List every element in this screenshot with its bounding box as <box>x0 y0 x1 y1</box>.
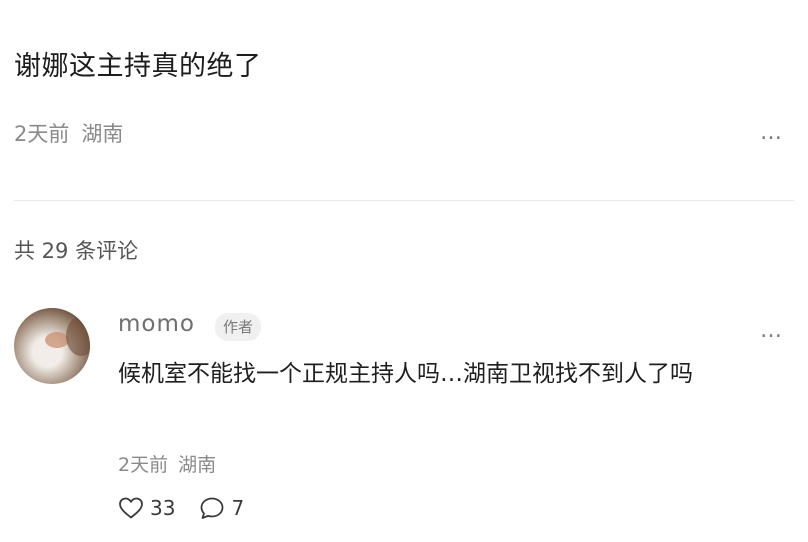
avatar-detail-ear <box>66 316 90 356</box>
comment-more-options-icon[interactable]: … <box>760 320 784 342</box>
heart-icon <box>119 497 143 519</box>
reply-button[interactable]: 7 <box>199 496 244 520</box>
comment-meta: 2天前 湖南 <box>118 450 216 477</box>
like-button[interactable]: 33 <box>118 496 175 520</box>
reply-count: 7 <box>231 496 245 520</box>
comment-text: 候机室不能找一个正规主持人吗…湖南卫视找不到人了吗 <box>118 361 693 387</box>
comment-count: 共 29 条评论 <box>14 239 139 263</box>
comment-location: 湖南 <box>178 454 217 476</box>
post-location: 湖南 <box>81 122 124 146</box>
author-badge: 作者 <box>215 313 262 341</box>
comment-time: 2天前 <box>118 454 169 476</box>
post-more-options-icon[interactable]: … <box>760 122 784 144</box>
like-count: 33 <box>150 496 176 520</box>
divider <box>14 200 794 201</box>
comment-username[interactable]: momo <box>118 311 195 337</box>
post-meta: 2天前 湖南 <box>14 118 123 148</box>
post-time: 2天前 <box>14 122 70 146</box>
avatar[interactable] <box>14 308 90 384</box>
comment-bubble-icon <box>201 497 224 519</box>
comment-actions: 33 7 <box>118 496 268 520</box>
post-title: 谢娜这主持真的绝了 <box>14 51 262 82</box>
